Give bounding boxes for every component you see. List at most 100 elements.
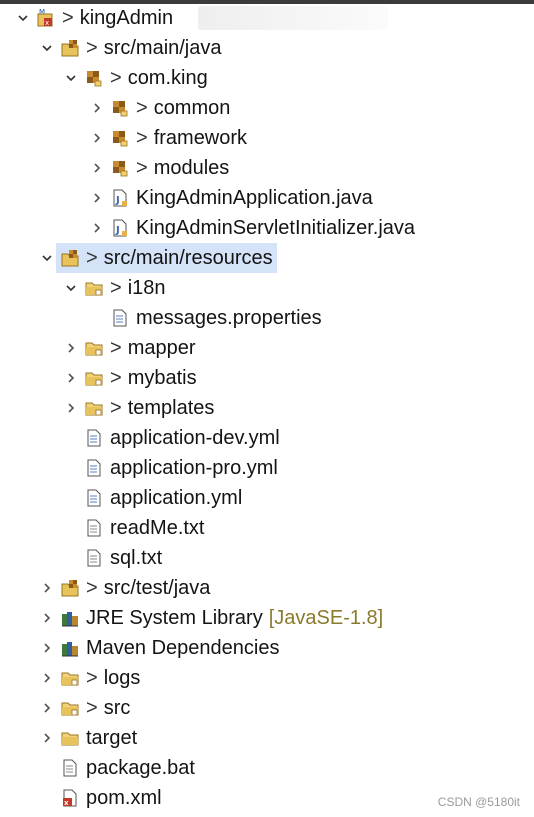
tree-item-label: common xyxy=(153,97,231,119)
tree-item-label: KingAdminApplication.java xyxy=(136,187,373,209)
chevron-down-icon[interactable] xyxy=(38,33,56,63)
chevron-right-icon[interactable] xyxy=(88,153,106,183)
package-icon xyxy=(110,128,130,148)
dirty-marker: > xyxy=(110,66,122,89)
chevron-right-icon[interactable] xyxy=(38,633,56,663)
folder-icon xyxy=(84,338,104,358)
tree-item-common[interactable]: > common xyxy=(88,93,230,123)
tree-item-kingadminapplication-java[interactable]: J KingAdminApplication.java xyxy=(88,183,373,213)
file-icon xyxy=(84,488,104,508)
tree-item-src-main-resources[interactable]: > src/main/resources xyxy=(38,243,277,273)
chevron-right-icon[interactable] xyxy=(88,183,106,213)
tree-item-src-main-java[interactable]: > src/main/java xyxy=(38,33,222,63)
chevron-right-icon[interactable] xyxy=(38,693,56,723)
tree-item-modules[interactable]: > modules xyxy=(88,153,229,183)
tree-item-label: src xyxy=(103,697,131,719)
library-icon xyxy=(60,638,80,658)
tree-item-label: Maven Dependencies xyxy=(86,637,280,659)
tree-item-com-king[interactable]: > com.king xyxy=(62,63,208,93)
tree-item-mybatis[interactable]: > mybatis xyxy=(62,363,197,393)
tree-item-readme-txt[interactable]: readMe.txt xyxy=(62,513,204,543)
chevron-down-icon[interactable] xyxy=(38,243,56,273)
tree-item-src[interactable]: > src xyxy=(38,693,130,723)
tree-item-label: mybatis xyxy=(127,367,197,389)
tree-item-label: src/main/java xyxy=(103,37,222,59)
tree-item-mapper[interactable]: > mapper xyxy=(62,333,196,363)
dirty-marker: > xyxy=(110,276,122,299)
selection-highlight: > src/main/resources xyxy=(56,243,277,273)
tree-item-label: i18n xyxy=(127,277,166,299)
tree-item-label: mapper xyxy=(127,337,196,359)
folder-icon xyxy=(60,698,80,718)
tree-item-label: framework xyxy=(153,127,248,149)
tree-item-kingadminservletinitializer-java[interactable]: J KingAdminServletInitializer.java xyxy=(88,213,415,243)
source-folder-icon xyxy=(60,578,80,598)
chevron-down-icon[interactable] xyxy=(62,273,80,303)
chevron-right-icon[interactable] xyxy=(38,723,56,753)
chevron-right-icon[interactable] xyxy=(62,363,80,393)
watermark: CSDN @5180it xyxy=(437,795,520,809)
chevron-right-icon[interactable] xyxy=(38,663,56,693)
tree-item-label: package.bat xyxy=(86,757,195,779)
tree-item-framework[interactable]: > framework xyxy=(88,123,247,153)
package-icon xyxy=(110,158,130,178)
dirty-marker: > xyxy=(136,126,148,149)
tree-item-label: pom.xml xyxy=(86,787,162,809)
tree-item-label: KingAdminServletInitializer.java xyxy=(136,217,416,239)
tree-item-label: src/test/java xyxy=(103,577,211,599)
project-icon: Mx xyxy=(36,8,56,28)
chevron-right-icon[interactable] xyxy=(38,603,56,633)
tree-item-pom-xml[interactable]: x pom.xml xyxy=(38,783,162,813)
tree-item-jre-system-library[interactable]: JRE System Library [JavaSE-1.8] xyxy=(38,603,383,633)
svg-text:x: x xyxy=(64,799,69,807)
chevron-right-icon[interactable] xyxy=(62,393,80,423)
svg-text:J: J xyxy=(115,225,120,236)
tree-item-label: application-dev.yml xyxy=(110,427,280,449)
tree-item-label: src/main/resources xyxy=(103,247,273,269)
tree-item-maven-dependencies[interactable]: Maven Dependencies xyxy=(38,633,279,663)
dirty-marker: > xyxy=(136,156,148,179)
file-icon xyxy=(110,308,130,328)
svg-text:M: M xyxy=(39,8,45,16)
tree-item-target[interactable]: target xyxy=(38,723,137,753)
tree-item-messages-properties[interactable]: messages.properties xyxy=(88,303,322,333)
tree-item-templates[interactable]: > templates xyxy=(62,393,214,423)
tree-item-label: templates xyxy=(127,397,215,419)
chevron-right-icon[interactable] xyxy=(88,123,106,153)
file-icon xyxy=(84,428,104,448)
dirty-marker: > xyxy=(110,366,122,389)
tree-item-kingadmin[interactable]: Mx > kingAdmin xyxy=(14,3,173,33)
chevron-right-icon[interactable] xyxy=(88,213,106,243)
tree-item-sql-txt[interactable]: sql.txt xyxy=(62,543,162,573)
chevron-down-icon[interactable] xyxy=(62,63,80,93)
chevron-down-icon[interactable] xyxy=(14,3,32,33)
chevron-right-icon[interactable] xyxy=(88,93,106,123)
folder-icon xyxy=(84,278,104,298)
chevron-right-icon[interactable] xyxy=(62,333,80,363)
tree-item-label: sql.txt xyxy=(110,547,163,569)
tree-item-i18n[interactable]: > i18n xyxy=(62,273,166,303)
svg-text:J: J xyxy=(115,195,120,206)
tree-item-application-dev-yml[interactable]: application-dev.yml xyxy=(62,423,280,453)
tree-item-package-bat[interactable]: package.bat xyxy=(38,753,195,783)
tree-item-application-pro-yml[interactable]: application-pro.yml xyxy=(62,453,278,483)
tree-item-application-yml[interactable]: application.yml xyxy=(62,483,242,513)
java-file-icon: J xyxy=(110,188,130,208)
tree-item-label: application-pro.yml xyxy=(110,457,278,479)
tree-item-src-test-java[interactable]: > src/test/java xyxy=(38,573,210,603)
tree-item-label: logs xyxy=(103,667,141,689)
library-icon xyxy=(60,608,80,628)
file-icon xyxy=(60,758,80,778)
dirty-marker: > xyxy=(62,6,74,29)
tree-item-label: JRE System Library xyxy=(86,607,263,629)
chevron-right-icon[interactable] xyxy=(38,573,56,603)
tree-item-logs[interactable]: > logs xyxy=(38,663,140,693)
source-folder-icon xyxy=(60,38,80,58)
